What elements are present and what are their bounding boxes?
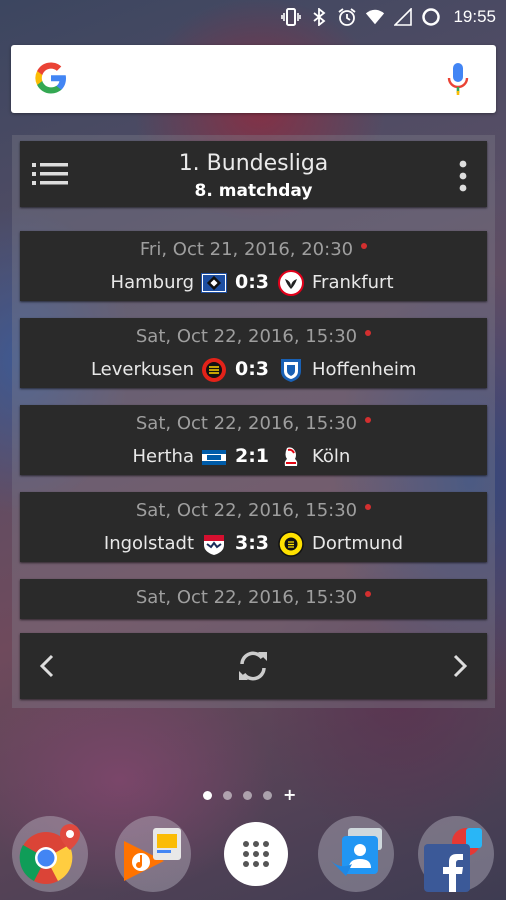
hoffenheim-logo xyxy=(281,359,301,382)
page-dot[interactable] xyxy=(223,790,232,800)
away-team: Hoffenheim xyxy=(312,359,417,380)
match-score: 3:3 xyxy=(234,532,270,554)
match-row[interactable]: Sat, Oct 22, 2016, 15:30 Hertha 2:1 Köln xyxy=(20,405,487,475)
hertha-logo xyxy=(202,450,226,465)
live-indicator xyxy=(361,243,368,249)
battery-icon xyxy=(421,7,441,27)
bundesliga-widget: 1. Bundesliga 8. matchday Fri, Oct 21, 2… xyxy=(12,135,495,708)
more-vert-icon[interactable] xyxy=(453,159,473,193)
status-bar: 19:55 xyxy=(0,0,506,34)
dortmund-logo xyxy=(278,531,304,557)
match-date-text: Sat, Oct 22, 2016, 15:30 xyxy=(135,500,358,521)
add-page-button[interactable]: + xyxy=(283,787,296,803)
live-indicator xyxy=(365,330,372,336)
home-team: Hertha xyxy=(132,446,194,467)
chevron-right-icon[interactable] xyxy=(447,653,471,679)
koeln-logo xyxy=(284,447,298,466)
live-indicator xyxy=(365,417,372,423)
app-dock xyxy=(0,812,506,900)
mic-icon[interactable] xyxy=(446,61,470,97)
match-date: Sat, Oct 22, 2016, 15:30 xyxy=(20,413,487,434)
match-date-text: Sat, Oct 22, 2016, 15:30 xyxy=(135,326,358,347)
chrome-folder-icon[interactable] xyxy=(12,816,88,892)
clock: 19:55 xyxy=(453,7,496,26)
page-dot[interactable] xyxy=(203,790,212,800)
leverkusen-logo xyxy=(202,358,226,382)
match-date-text: Fri, Oct 21, 2016, 20:30 xyxy=(139,239,354,260)
alarm-icon xyxy=(337,7,357,27)
page-dot[interactable] xyxy=(243,790,252,800)
app-drawer-icon[interactable] xyxy=(224,822,288,886)
match-date: Sat, Oct 22, 2016, 15:30 xyxy=(20,587,487,608)
vibrate-icon xyxy=(281,7,302,27)
live-indicator xyxy=(365,504,372,510)
bluetooth-icon xyxy=(309,7,329,27)
home-team: Leverkusen xyxy=(90,359,194,380)
page-indicator: + xyxy=(203,787,296,803)
match-score: 0:3 xyxy=(234,358,270,380)
google-logo xyxy=(35,62,66,94)
match-date: Fri, Oct 21, 2016, 20:30 xyxy=(20,239,487,260)
refresh-icon[interactable] xyxy=(234,647,272,685)
match-score: 2:1 xyxy=(234,445,270,467)
league-title[interactable]: 1. Bundesliga xyxy=(20,151,487,176)
match-date: Sat, Oct 22, 2016, 15:30 xyxy=(20,326,487,347)
match-row[interactable]: Sat, Oct 22, 2016, 15:30 Ingolstadt 3:3 … xyxy=(20,492,487,562)
widget-header: 1. Bundesliga 8. matchday xyxy=(20,141,487,207)
frankfurt-logo xyxy=(278,270,304,296)
match-line: Hertha 2:1 Köln xyxy=(20,443,487,471)
match-date: Sat, Oct 22, 2016, 15:30 xyxy=(20,500,487,521)
match-line: Hamburg 0:3 Frankfurt xyxy=(20,269,487,297)
match-line: Ingolstadt 3:3 Dortmund xyxy=(20,530,487,558)
away-team: Frankfurt xyxy=(312,272,394,293)
status-icons: 19:55 xyxy=(281,6,496,28)
facebook-folder-icon[interactable] xyxy=(418,816,494,892)
page-dot[interactable] xyxy=(263,790,272,800)
wifi-icon xyxy=(365,7,385,27)
ingolstadt-logo xyxy=(204,535,224,555)
live-indicator xyxy=(365,591,372,597)
signal-icon xyxy=(393,7,413,27)
chevron-left-icon[interactable] xyxy=(36,653,60,679)
match-row[interactable]: Sat, Oct 22, 2016, 15:30 xyxy=(20,579,487,619)
home-team: Ingolstadt xyxy=(103,533,194,554)
match-date-text: Sat, Oct 22, 2016, 15:30 xyxy=(135,413,358,434)
away-team: Dortmund xyxy=(312,533,404,554)
hamburg-logo xyxy=(201,273,227,293)
away-team: Köln xyxy=(312,446,351,467)
contacts-folder-icon[interactable] xyxy=(318,816,394,892)
match-row[interactable]: Sat, Oct 22, 2016, 15:30 Leverkusen 0:3 … xyxy=(20,318,487,388)
match-score: 0:3 xyxy=(234,271,270,293)
home-team: Hamburg xyxy=(110,272,194,293)
matchday-label: 8. matchday xyxy=(194,181,313,201)
widget-navigation xyxy=(20,633,487,699)
match-date-text: Sat, Oct 22, 2016, 15:30 xyxy=(135,587,358,608)
google-play-music-folder-icon[interactable] xyxy=(115,816,191,892)
google-search-bar[interactable] xyxy=(11,45,496,113)
match-line: Leverkusen 0:3 Hoffenheim xyxy=(20,356,487,384)
match-row[interactable]: Fri, Oct 21, 2016, 20:30 Hamburg 0:3 Fra… xyxy=(20,231,487,301)
